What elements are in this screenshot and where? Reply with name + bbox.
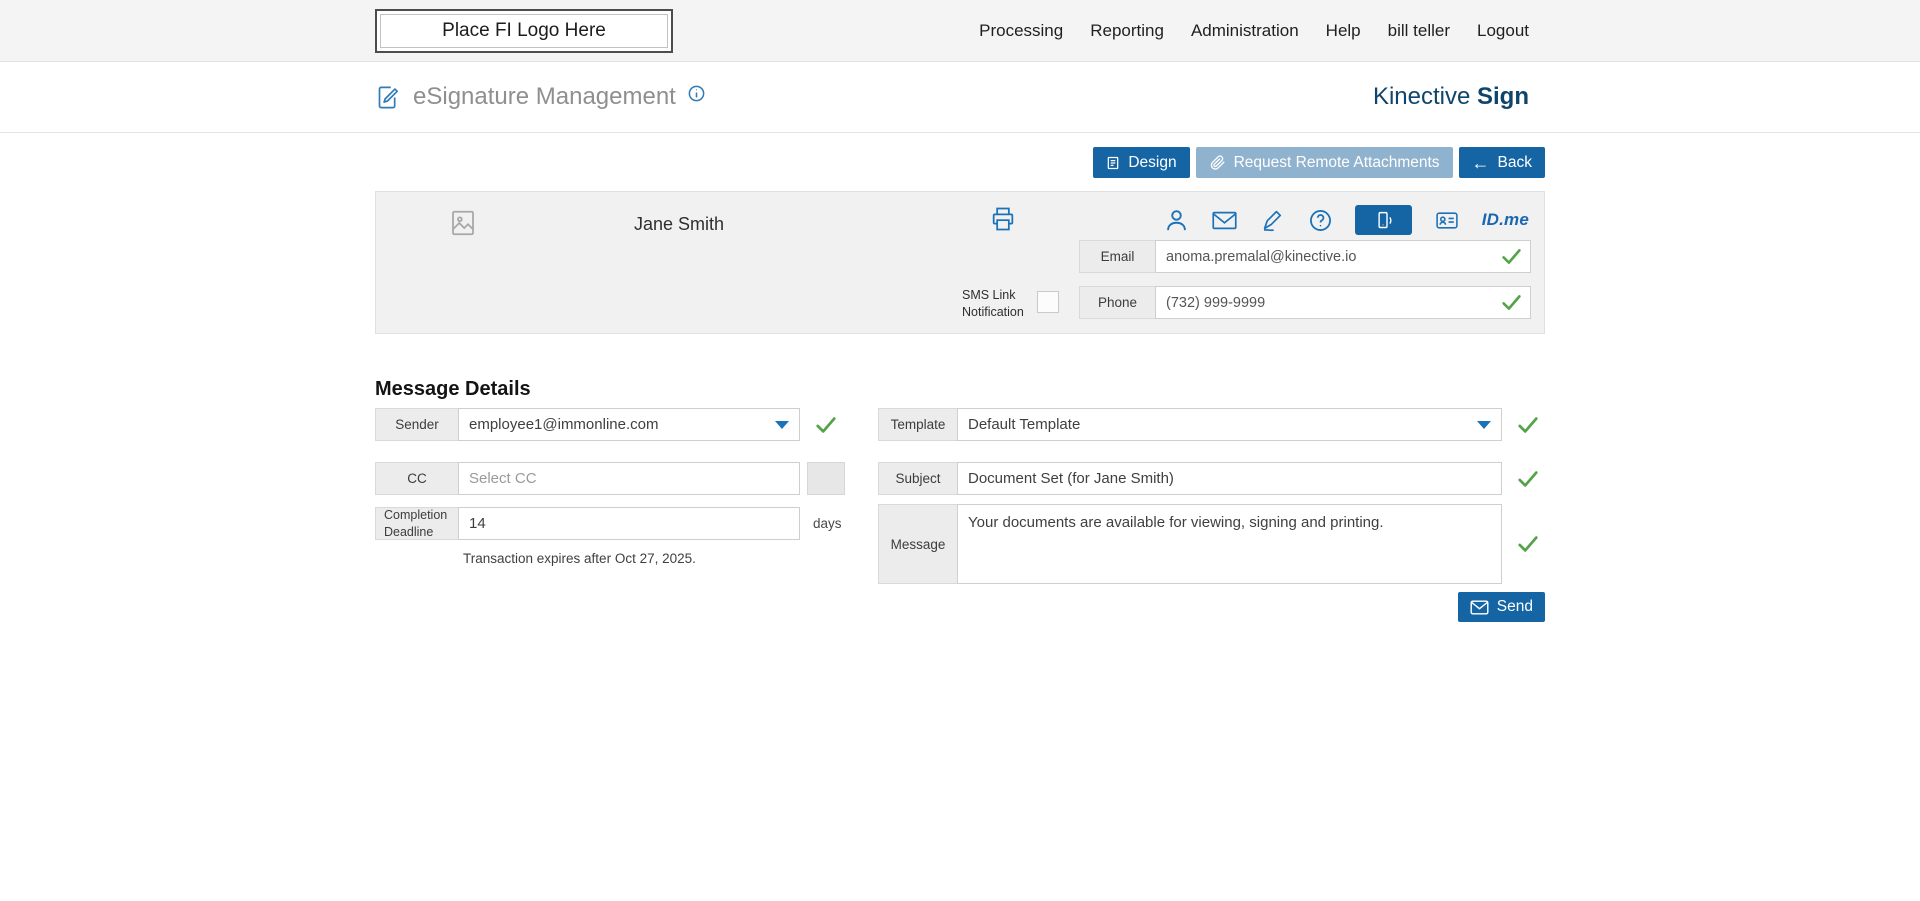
page-header: eSignature Management Kinective Sign <box>0 62 1920 133</box>
sender-select[interactable]: employee1@immonline.com <box>458 408 800 441</box>
person-icon[interactable] <box>1163 207 1190 234</box>
brand-product: Sign <box>1477 83 1529 110</box>
paperclip-icon <box>1209 154 1226 171</box>
idme-logo[interactable]: ID.me <box>1482 210 1529 230</box>
request-remote-attachments-button[interactable]: Request Remote Attachments <box>1196 147 1453 178</box>
sms-delivery-icon-selected[interactable] <box>1355 205 1412 235</box>
recipient-card: Jane Smith <box>375 191 1545 334</box>
chevron-down-icon <box>775 421 789 429</box>
page-title: eSignature Management <box>413 83 676 111</box>
image-placeholder-icon <box>448 208 478 238</box>
subject-label: Subject <box>878 462 958 495</box>
email-row: Email <box>1079 240 1531 273</box>
back-button[interactable]: ← Back <box>1459 147 1545 178</box>
template-value: Default Template <box>968 416 1080 433</box>
sender-row: Sender employee1@immonline.com <box>375 408 845 441</box>
sender-value: employee1@immonline.com <box>469 416 658 433</box>
valid-check-icon <box>1511 462 1545 495</box>
valid-check-icon <box>1501 248 1522 265</box>
top-navigation-bar: Place FI Logo Here Processing Reporting … <box>0 0 1920 62</box>
nav-logout[interactable]: Logout <box>1477 21 1529 41</box>
template-select[interactable]: Default Template <box>957 408 1502 441</box>
email-input[interactable] <box>1166 249 1501 265</box>
document-icon <box>1106 155 1120 171</box>
valid-check-icon <box>1501 294 1522 311</box>
message-row: Message Your documents are available for… <box>878 504 1545 584</box>
email-label: Email <box>1079 240 1156 273</box>
nav-administration[interactable]: Administration <box>1191 21 1299 41</box>
message-label: Message <box>878 504 958 584</box>
info-icon[interactable] <box>687 84 706 103</box>
print-icon[interactable] <box>988 205 1018 233</box>
main-nav: Processing Reporting Administration Help… <box>979 21 1545 41</box>
fi-logo-placeholder-text: Place FI Logo Here <box>442 20 606 42</box>
send-envelope-icon <box>1470 600 1489 615</box>
deadline-units-label: days <box>813 516 842 531</box>
message-details-left-column: Sender employee1@immonline.com CC Comple… <box>375 408 845 566</box>
send-row: Send <box>878 592 1545 622</box>
sms-link-notification-label: SMS Link Notification <box>962 287 1034 321</box>
phone-row: Phone <box>1079 286 1531 319</box>
nav-help[interactable]: Help <box>1326 21 1361 41</box>
nav-processing[interactable]: Processing <box>979 21 1063 41</box>
security-question-icon[interactable] <box>1307 207 1334 234</box>
phone-label: Phone <box>1079 286 1156 319</box>
message-details-right-column: Template Default Template Subject <box>878 408 1545 622</box>
subject-row: Subject <box>878 462 1545 495</box>
document-edit-icon <box>375 84 402 111</box>
valid-check-icon <box>1511 408 1545 441</box>
valid-check-icon <box>1511 504 1545 584</box>
cc-input[interactable] <box>469 470 789 487</box>
email-delivery-icon[interactable] <box>1211 209 1238 232</box>
cc-label: CC <box>375 462 459 495</box>
email-field <box>1155 240 1531 273</box>
phone-field <box>1155 286 1531 319</box>
photo-id-icon[interactable] <box>1433 208 1461 233</box>
nav-username[interactable]: bill teller <box>1388 21 1450 41</box>
design-button[interactable]: Design <box>1093 147 1189 178</box>
expiry-note: Transaction expires after Oct 27, 2025. <box>463 551 845 566</box>
sms-notification-checkbox[interactable] <box>1037 291 1059 313</box>
cc-check-placeholder <box>807 462 845 495</box>
message-details-heading: Message Details <box>375 378 1545 401</box>
message-textarea[interactable]: Your documents are available for viewing… <box>957 504 1502 584</box>
deadline-input[interactable] <box>469 515 789 532</box>
back-arrow-icon: ← <box>1472 154 1490 172</box>
fi-logo-placeholder: Place FI Logo Here <box>375 9 673 53</box>
completion-deadline-label: Completion Deadline <box>375 507 459 540</box>
action-toolbar: Design Request Remote Attachments ← Back <box>375 147 1545 178</box>
phone-input[interactable] <box>1166 295 1501 311</box>
delivery-method-icons: ID.me <box>1163 205 1529 235</box>
subject-field <box>957 462 1502 495</box>
completion-deadline-row: Completion Deadline days <box>375 507 845 540</box>
recipient-name: Jane Smith <box>634 214 724 235</box>
valid-check-icon <box>809 408 843 441</box>
deadline-field <box>458 507 800 540</box>
subject-input[interactable] <box>968 470 1491 487</box>
template-row: Template Default Template <box>878 408 1545 441</box>
brand-name: Kinective <box>1373 83 1470 110</box>
cc-row: CC <box>375 462 845 495</box>
nav-reporting[interactable]: Reporting <box>1090 21 1164 41</box>
cc-field <box>458 462 800 495</box>
template-label: Template <box>878 408 958 441</box>
kinective-sign-logo: Kinective Sign <box>1373 83 1545 111</box>
sender-label: Sender <box>375 408 459 441</box>
send-button[interactable]: Send <box>1458 592 1545 622</box>
chevron-down-icon <box>1477 421 1491 429</box>
signature-pen-icon[interactable] <box>1259 207 1286 234</box>
